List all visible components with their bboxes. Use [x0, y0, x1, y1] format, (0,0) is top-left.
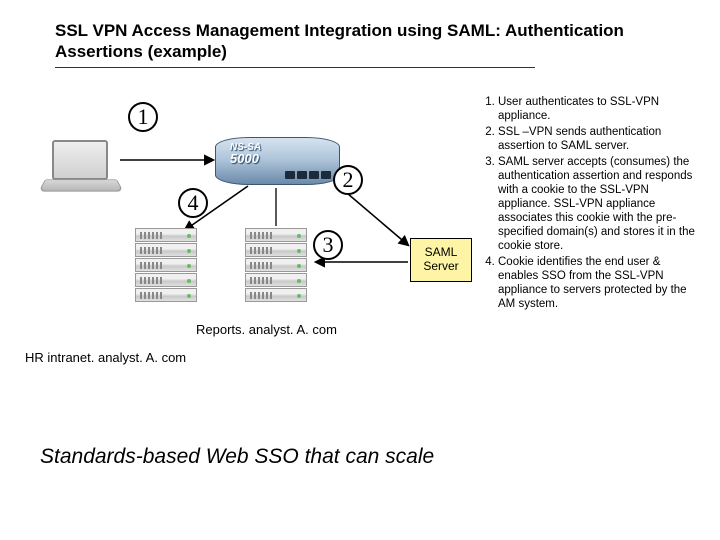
step-text-2: SSL –VPN sends authentication assertion … [498, 125, 695, 153]
ssl-vpn-appliance-icon: NS-SA 5000 [215, 137, 340, 185]
server-stack-reports [245, 228, 307, 303]
steps-explanation: User authenticates to SSL-VPN appliance.… [480, 95, 695, 313]
step-circle-2: 2 [333, 165, 363, 195]
domain-label-reports: Reports. analyst. A. com [196, 322, 337, 337]
step-circle-4: 4 [178, 188, 208, 218]
step-circle-1: 1 [128, 102, 158, 132]
laptop-icon [42, 140, 120, 202]
saml-server-box: SAML Server [410, 238, 472, 282]
step-text-1: User authenticates to SSL-VPN appliance. [498, 95, 695, 123]
domain-label-hr: HR intranet. analyst. A. com [25, 350, 186, 365]
appliance-model: 5000 [230, 151, 261, 166]
step-circle-3: 3 [313, 230, 343, 260]
step-text-3: SAML server accepts (consumes) the authe… [498, 155, 695, 253]
title-underline [55, 67, 535, 68]
page-title: SSL VPN Access Management Integration us… [55, 20, 690, 63]
server-stack-hr [135, 228, 197, 303]
architecture-diagram: NS-SA 5000 SAML Server 1 2 3 4 HR intran… [20, 90, 700, 420]
step-text-4: Cookie identifies the end user & enables… [498, 255, 695, 311]
tagline: Standards-based Web SSO that can scale [40, 445, 434, 469]
